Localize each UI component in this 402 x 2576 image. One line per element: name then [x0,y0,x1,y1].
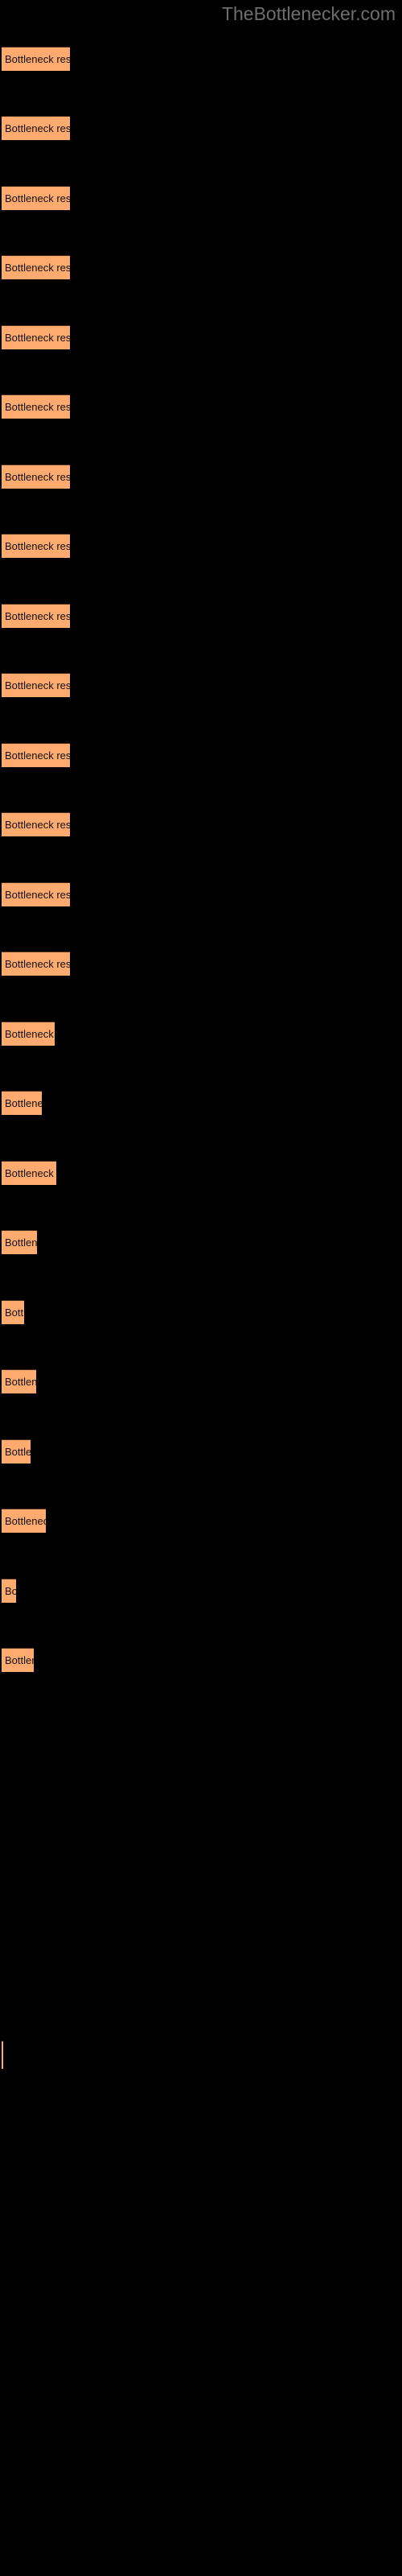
bottleneck-bar-chart: Bottleneck result Bottleneck result Bottle… [0,0,402,2576]
bar-label: Bottleneck result [5,889,70,901]
bar-row: Bottleneck result [0,1022,402,1046]
bar-label: Bottleneck result [5,749,70,762]
bar-label: Bottleneck result [5,1307,24,1319]
bar-row: Bottleneck result [0,882,402,906]
bar-row: Bottleneck result [0,1509,402,1533]
bar-label: Bottleneck result [5,332,70,344]
bottleneck-result-bar[interactable]: Bottleneck result [2,255,70,279]
bar-label: Bottleneck result [5,1097,42,1109]
bar-label: Bottleneck result [5,1515,46,1527]
bottleneck-result-bar[interactable]: Bottleneck result [2,952,70,976]
bottleneck-result-bar[interactable]: Bottleneck result [2,1230,37,1254]
bottleneck-result-bar[interactable]: Bottleneck result [2,1509,46,1533]
bottleneck-result-bar[interactable]: Bottleneck result [2,1648,34,1672]
bar-row: Bottleneck result [0,743,402,767]
bar-label: Bottleneck result [5,471,70,483]
bottleneck-result-bar[interactable]: Bottleneck result [2,186,70,210]
bar-row: Bottleneck result [0,1579,402,1603]
bar-row: Bottleneck result [0,1439,402,1463]
bottleneck-result-bar[interactable]: Bottleneck result [2,673,70,697]
bottleneck-result-bar[interactable]: Bottleneck result [2,47,70,71]
bar-label: Bottleneck result [5,1167,56,1179]
bottleneck-result-bar[interactable]: Bottleneck result [2,812,70,836]
bottleneck-result-bar[interactable]: Bottleneck result [2,1369,36,1393]
bar-label: Bottleneck result [5,1376,36,1388]
bar-label: Bottleneck result [5,1654,34,1666]
bottleneck-result-bar[interactable]: Bottleneck result [2,325,70,349]
bar-row: Bottleneck result [0,1230,402,1254]
bar-row: Bottleneck result [0,186,402,210]
bottleneck-result-bar[interactable]: Bottleneck result [2,1439,31,1463]
bar-row: Bottleneck result [0,464,402,489]
bottleneck-result-bar[interactable] [2,2041,3,2069]
bar-row: Bottleneck result [0,394,402,419]
bottleneck-result-bar[interactable]: Bottleneck result [2,1579,16,1603]
bar-row [0,2041,402,2069]
bar-row: Bottleneck result [0,1369,402,1393]
bottleneck-result-bar[interactable]: Bottleneck result [2,1022,55,1046]
bottleneck-result-bar[interactable]: Bottleneck result [2,1091,42,1115]
bottleneck-result-bar[interactable]: Bottleneck result [2,116,70,140]
bottleneck-result-bar[interactable]: Bottleneck result [2,1300,24,1324]
bar-row: Bottleneck result [0,534,402,558]
bar-label: Bottleneck result [5,1446,31,1458]
bar-label: Bottleneck result [5,262,70,274]
bottleneck-result-bar[interactable]: Bottleneck result [2,1161,56,1185]
bar-label: Bottleneck result [5,540,70,552]
bar-row: Bottleneck result [0,1091,402,1115]
bottleneck-result-bar[interactable]: Bottleneck result [2,604,70,628]
page-root: TheBottlenecker.com Bottleneck resultBot… [0,0,402,2576]
bottleneck-result-bar[interactable]: Bottleneck result [2,534,70,558]
bar-label: Bottleneck result [5,122,70,134]
bar-row: Bottleneck result [0,47,402,71]
bar-row: Bottleneck result [0,1300,402,1324]
bottleneck-result-bar[interactable]: Bottleneck result [2,882,70,906]
bottleneck-result-bar[interactable]: Bottleneck result [2,394,70,419]
bar-row: Bottleneck result [0,673,402,697]
bar-label: Bottleneck result [5,53,70,65]
bar-label: Bottleneck result [5,1585,16,1597]
bar-row: Bottleneck result [0,604,402,628]
bar-row: Bottleneck result [0,812,402,836]
bar-row: Bottleneck result [0,116,402,140]
bottleneck-result-bar[interactable]: Bottleneck result [2,464,70,489]
bottleneck-result-bar[interactable]: Bottleneck result [2,743,70,767]
bar-label: Bottleneck result [5,1028,55,1040]
bar-row: Bottleneck result [0,325,402,349]
bar-label: Bottleneck result [5,401,70,413]
bar-label: Bottleneck result [5,679,70,691]
bar-row: Bottleneck result [0,255,402,279]
bar-label: Bottleneck result [5,610,70,622]
bar-label: Bottleneck result [5,192,70,204]
bar-row: Bottleneck result [0,952,402,976]
bar-label: Bottleneck result [5,819,70,831]
bar-label: Bottleneck result [5,958,70,970]
bar-label: Bottleneck result [5,1236,37,1249]
bar-row: Bottleneck result [0,1648,402,1672]
bar-row: Bottleneck result [0,1161,402,1185]
